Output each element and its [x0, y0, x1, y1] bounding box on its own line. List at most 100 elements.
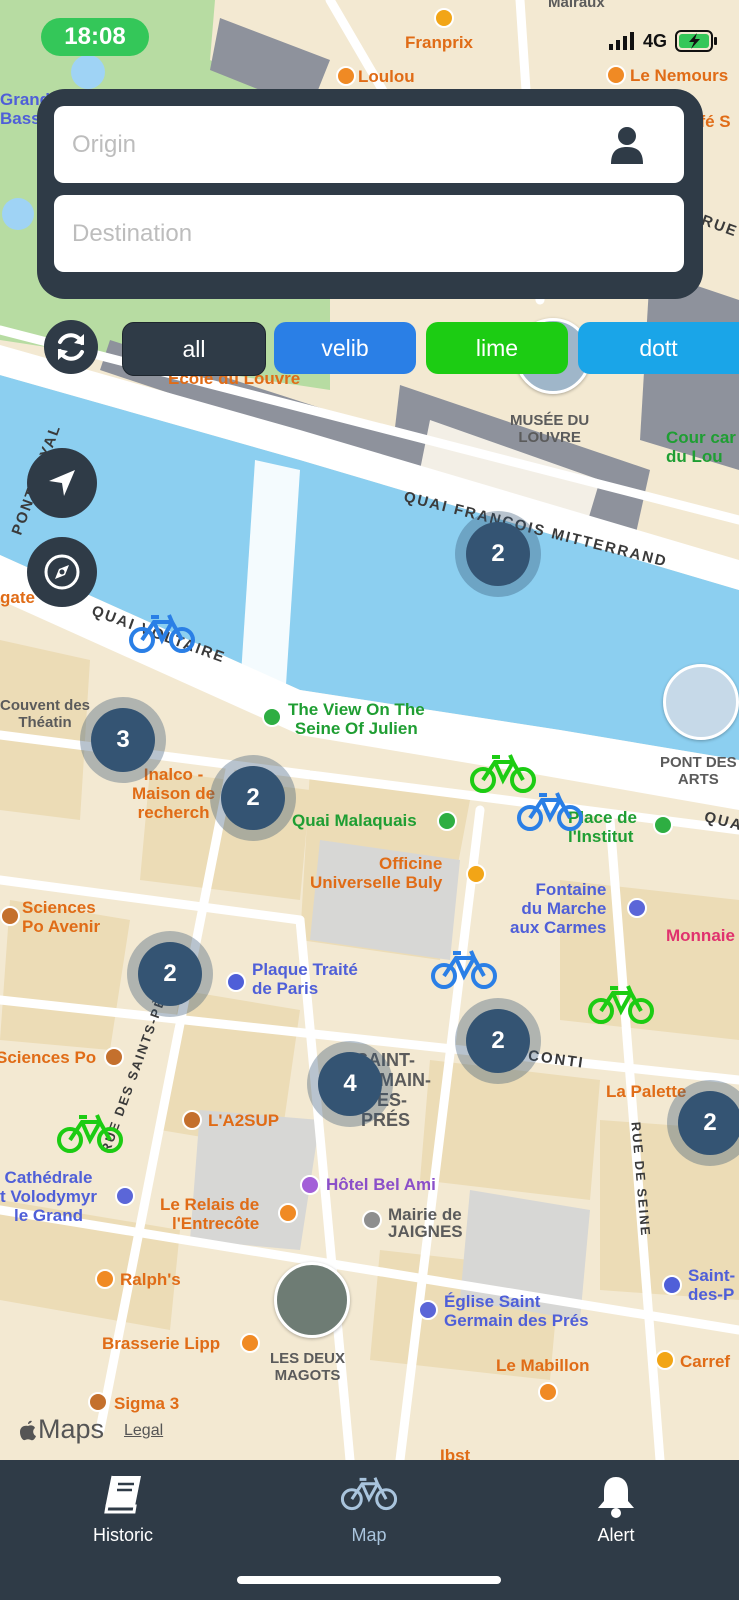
home-indicator[interactable]: [237, 1576, 501, 1584]
bell-icon: [598, 1477, 634, 1518]
church-icon: [115, 1186, 135, 1206]
tab-historic-label: Historic: [92, 1525, 153, 1545]
cluster-count: 2: [466, 1009, 530, 1073]
poi-sciences-po[interactable]: Sciences Po: [0, 1048, 96, 1067]
restaurant-icon: [95, 1269, 115, 1289]
cluster-count: 3: [91, 708, 155, 772]
book-icon: [104, 1475, 141, 1514]
poi-deux-magots[interactable]: LES DEUX MAGOTS: [270, 1350, 345, 1384]
shop-icon: [655, 1350, 675, 1370]
shop-icon: [434, 8, 454, 28]
poi-brasserie[interactable]: Brasserie Lipp: [102, 1334, 220, 1353]
provider-filter-row: all velib lime dott: [42, 320, 739, 376]
poi-malraux: Malraux: [548, 0, 605, 11]
bike-marker-velib[interactable]: [515, 790, 585, 834]
restaurant-icon: [336, 66, 356, 86]
poi-ibst[interactable]: Ibst: [440, 1446, 470, 1460]
poi-monnaie[interactable]: Monnaie: [666, 926, 735, 945]
compass-button[interactable]: [27, 537, 97, 607]
bike-marker-lime[interactable]: [586, 983, 656, 1027]
user-icon[interactable]: [610, 126, 644, 164]
refresh-button[interactable]: [44, 320, 98, 374]
locate-me-button[interactable]: [27, 448, 97, 518]
location-arrow-icon: [49, 470, 75, 496]
poi-sigma[interactable]: Sigma 3: [114, 1394, 179, 1413]
tab-alert[interactable]: Alert: [493, 1460, 739, 1600]
route-search-panel: Origin Destination: [37, 89, 703, 299]
church-icon: [418, 1300, 438, 1320]
poi-gate[interactable]: gate: [0, 588, 35, 607]
station-cluster[interactable]: 2: [455, 998, 541, 1084]
school-icon: [104, 1047, 124, 1067]
poi-quai-malaquais[interactable]: Quai Malaquais: [292, 811, 417, 830]
status-indicators: 4G: [608, 30, 719, 52]
origin-field[interactable]: Origin: [54, 106, 684, 183]
deux-magots-landmark[interactable]: [274, 1262, 350, 1338]
cluster-count: 4: [318, 1052, 382, 1116]
filter-chip-velib[interactable]: velib: [274, 322, 416, 374]
bike-marker-velib[interactable]: [429, 948, 499, 992]
tab-historic[interactable]: Historic: [0, 1460, 246, 1600]
poi-franprix[interactable]: Franprix: [405, 33, 473, 52]
poi-le-mabillon[interactable]: Le Mabillon: [496, 1356, 590, 1375]
poi-loulou[interactable]: Loulou: [358, 67, 415, 86]
monument-icon: [662, 1275, 682, 1295]
school-icon: [0, 906, 20, 926]
restaurant-icon: [240, 1333, 260, 1353]
legal-link[interactable]: Legal: [124, 1422, 163, 1440]
destination-field[interactable]: Destination: [54, 195, 684, 272]
status-time: 18:08: [41, 18, 149, 56]
station-cluster[interactable]: 2: [455, 511, 541, 597]
bike-marker-velib[interactable]: [127, 612, 197, 656]
filter-chip-dott[interactable]: dott: [578, 322, 739, 374]
monument-icon: [226, 972, 246, 992]
refresh-icon: [58, 333, 84, 361]
poi-carrefour[interactable]: Carref: [680, 1352, 730, 1371]
poi-couvent[interactable]: Couvent des Théatin: [0, 697, 90, 731]
poi-officine[interactable]: Officine Universelle Buly: [310, 854, 442, 892]
cluster-count: 2: [221, 766, 285, 830]
poi-plaque[interactable]: Plaque Traité de Paris: [252, 960, 358, 998]
station-cluster[interactable]: 2: [127, 931, 213, 1017]
school-icon: [182, 1110, 202, 1130]
cafe-icon: [538, 1382, 558, 1402]
filter-chip-all[interactable]: all: [122, 322, 266, 376]
poi-mairie[interactable]: Mairie de JAIGNES: [388, 1206, 463, 1240]
poi-fontaine[interactable]: Fontaine du Marche aux Carmes: [510, 880, 606, 937]
poi-pont-des-arts[interactable]: PONT DES ARTS: [660, 754, 737, 788]
school-icon: [88, 1392, 108, 1412]
poi-the-view[interactable]: The View On The Seine Of Julien: [288, 700, 425, 738]
poi-la2sup[interactable]: L'A2SUP: [208, 1111, 279, 1130]
place-icon: [437, 811, 457, 831]
poi-cour-carree[interactable]: Cour car du Lou: [666, 428, 736, 466]
poi-sciences-po-avenir[interactable]: Sciences Po Avenir: [22, 898, 100, 936]
battery-charging-icon: [675, 30, 717, 52]
poi-hotel-bel-ami[interactable]: Hôtel Bel Ami: [326, 1175, 436, 1194]
shop-icon: [466, 864, 486, 884]
poi-saint-des-pres[interactable]: Saint- des-P: [688, 1266, 735, 1304]
cluster-count: 2: [678, 1091, 739, 1155]
station-cluster[interactable]: 3: [80, 697, 166, 783]
station-cluster[interactable]: 2: [210, 755, 296, 841]
origin-placeholder: Origin: [72, 130, 137, 158]
signal-icon: [608, 32, 634, 50]
place-icon: [653, 815, 673, 835]
poi-musee-du-louvre[interactable]: MUSÉE DU LOUVRE: [510, 412, 589, 446]
pont-des-arts-landmark[interactable]: [663, 664, 739, 740]
cluster-count: 2: [466, 522, 530, 586]
poi-le-nemours[interactable]: Le Nemours: [630, 66, 728, 85]
maps-wordmark: Maps: [38, 1414, 105, 1444]
apple-logo-icon: [20, 1420, 36, 1440]
poi-eglise[interactable]: Église Saint Germain des Prés: [444, 1292, 589, 1330]
filter-chip-lime[interactable]: lime: [426, 322, 568, 374]
poi-relais[interactable]: Le Relais de l'Entrecôte: [160, 1195, 259, 1233]
gift-icon: [262, 707, 282, 727]
poi-ralphs[interactable]: Ralph's: [120, 1270, 181, 1289]
hotel-icon: [300, 1175, 320, 1195]
poi-cathedrale[interactable]: Cathédrale t Volodymyr le Grand: [0, 1168, 97, 1225]
cluster-count: 2: [138, 942, 202, 1006]
station-cluster[interactable]: 4: [307, 1041, 393, 1127]
cafe-icon: [606, 65, 626, 85]
bike-marker-lime[interactable]: [55, 1112, 125, 1156]
bicycle-icon: [340, 1477, 398, 1511]
